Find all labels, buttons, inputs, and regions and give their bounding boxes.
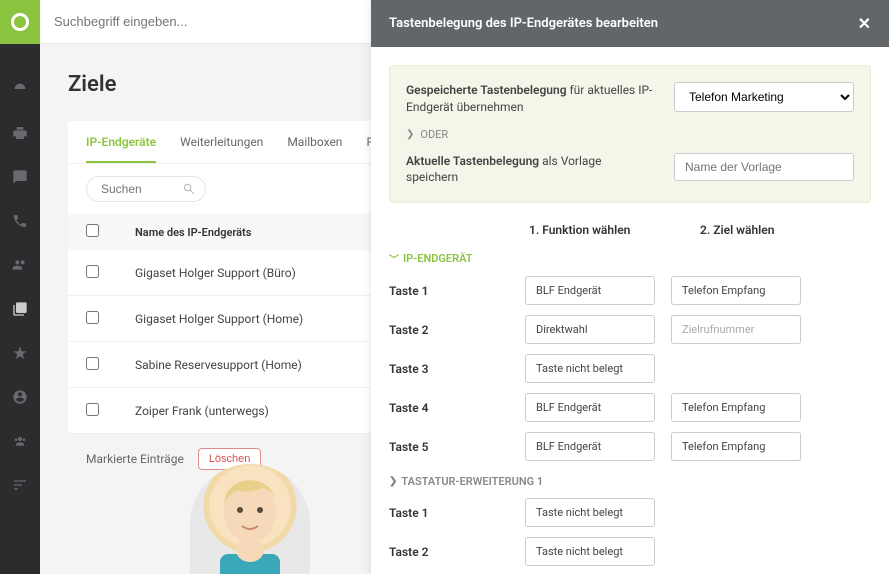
key-label: Taste 1 xyxy=(389,506,509,520)
chevron-right-icon: ❯ xyxy=(389,476,397,487)
row-checkbox[interactable] xyxy=(86,403,99,416)
key-label: Taste 1 xyxy=(389,284,509,298)
template-save-label: Aktuelle Tastenbelegung als Vorlage spei… xyxy=(406,153,654,187)
key-function-select[interactable]: Taste nicht belegt xyxy=(525,498,655,527)
sidebar-group-icon[interactable] xyxy=(11,432,29,450)
sidebar xyxy=(0,44,40,574)
select-all-checkbox[interactable] xyxy=(86,224,99,237)
close-icon[interactable]: ✕ xyxy=(858,14,871,33)
key-target-select[interactable]: Zielrufnummer xyxy=(671,315,801,344)
column-headers: 1. Funktion wählen 2. Ziel wählen xyxy=(389,223,871,237)
sidebar-phone-icon[interactable] xyxy=(11,212,29,230)
key-row: Taste 3 Taste nicht belegt xyxy=(389,354,871,383)
modal-title: Tastenbelegung des IP-Endgerätes bearbei… xyxy=(389,16,658,31)
chevron-down-icon: ﹀ xyxy=(389,251,399,266)
col-target-header: 2. Ziel wählen xyxy=(700,223,871,237)
key-label: Taste 3 xyxy=(389,362,509,376)
search-input[interactable] xyxy=(54,14,354,29)
avatar-image xyxy=(190,464,310,574)
key-function-select[interactable]: Taste nicht belegt xyxy=(525,537,655,566)
key-function-select[interactable]: Direktwahl xyxy=(525,315,655,344)
sidebar-book-icon[interactable] xyxy=(11,300,29,318)
key-row: Taste 5 BLF Endgerät Telefon Empfang xyxy=(389,432,871,461)
key-row: Taste 2 Taste nicht belegt xyxy=(389,537,871,566)
tab-ip-devices[interactable]: IP-Endgeräte xyxy=(86,135,156,163)
tab-forwardings[interactable]: Weiterleitungen xyxy=(180,135,263,163)
key-row: Taste 4 BLF Endgerät Telefon Empfang xyxy=(389,393,871,422)
key-function-select[interactable]: Taste nicht belegt xyxy=(525,354,655,383)
key-label: Taste 4 xyxy=(389,401,509,415)
key-target-select[interactable]: Telefon Empfang xyxy=(671,432,801,461)
template-or-divider: ❯ ODER xyxy=(406,128,854,141)
row-checkbox[interactable] xyxy=(86,357,99,370)
modal-body: Gespeicherte Tastenbelegung für aktuelle… xyxy=(371,47,889,574)
key-row: Taste 2 Direktwahl Zielrufnummer xyxy=(389,315,871,344)
sidebar-users-icon[interactable] xyxy=(11,256,29,274)
template-load-label: Gespeicherte Tastenbelegung für aktuelle… xyxy=(406,82,654,116)
row-checkbox[interactable] xyxy=(86,265,99,278)
chevron-right-icon: ❯ xyxy=(406,129,414,140)
key-function-select[interactable]: BLF Endgerät xyxy=(525,276,655,305)
search-icon xyxy=(182,182,196,200)
sidebar-settings-icon[interactable] xyxy=(11,476,29,494)
logo[interactable] xyxy=(0,0,40,44)
sidebar-print-icon[interactable] xyxy=(11,124,29,142)
tab-mailboxes[interactable]: Mailboxen xyxy=(287,135,342,163)
sidebar-star-icon[interactable] xyxy=(11,344,29,362)
template-save-input[interactable] xyxy=(674,153,854,181)
key-target-select[interactable]: Telefon Empfang xyxy=(671,276,801,305)
key-label: Taste 2 xyxy=(389,323,509,337)
key-target-select[interactable]: Telefon Empfang xyxy=(671,393,801,422)
col-function-header: 1. Funktion wählen xyxy=(529,223,700,237)
logo-circle-icon xyxy=(11,13,29,31)
modal-header: Tastenbelegung des IP-Endgerätes bearbei… xyxy=(371,0,889,47)
section-keyboard-extension[interactable]: ❯ TASTATUR-ERWEITERUNG 1 xyxy=(389,475,871,488)
sidebar-dashboard-icon[interactable] xyxy=(11,80,29,98)
key-function-select[interactable]: BLF Endgerät xyxy=(525,393,655,422)
key-row: Taste 1 Taste nicht belegt xyxy=(389,498,871,527)
section-ip-device[interactable]: ﹀ IP-ENDGERÄT xyxy=(389,251,871,266)
row-checkbox[interactable] xyxy=(86,311,99,324)
template-load-select[interactable]: Telefon Marketing xyxy=(674,82,854,112)
key-function-select[interactable]: BLF Endgerät xyxy=(525,432,655,461)
key-label: Taste 2 xyxy=(389,545,509,559)
key-label: Taste 5 xyxy=(389,440,509,454)
template-box: Gespeicherte Tastenbelegung für aktuelle… xyxy=(389,65,871,203)
sidebar-profile-icon[interactable] xyxy=(11,388,29,406)
key-assignment-modal: Tastenbelegung des IP-Endgerätes bearbei… xyxy=(371,0,889,574)
sidebar-chat-icon[interactable] xyxy=(11,168,29,186)
marked-label: Markierte Einträge xyxy=(86,452,184,466)
key-row: Taste 1 BLF Endgerät Telefon Empfang xyxy=(389,276,871,305)
